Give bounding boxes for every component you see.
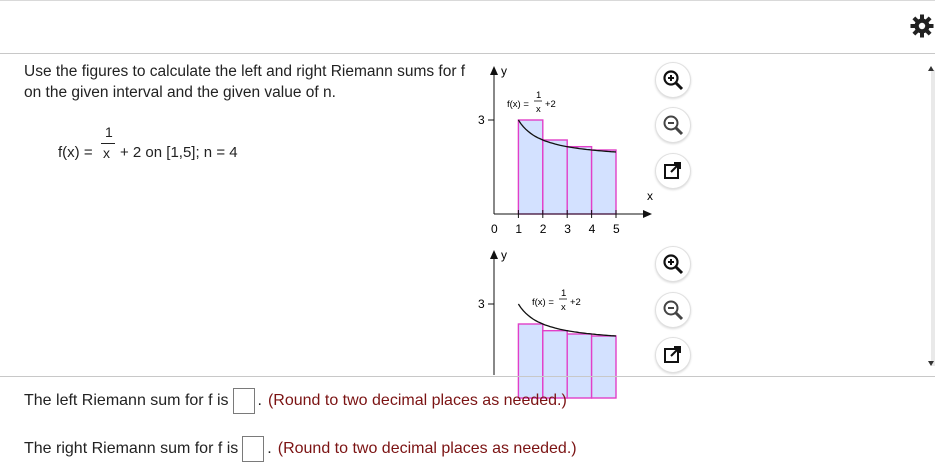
svg-text:f(x) =: f(x) = <box>532 297 554 308</box>
riemann-rect <box>517 119 544 215</box>
svg-text:x: x <box>536 104 541 115</box>
zoom-in-button[interactable] <box>655 62 691 98</box>
zoom-in-icon <box>663 254 684 275</box>
fraction-bar <box>101 143 115 144</box>
x-axis-arrow <box>643 210 652 218</box>
y-axis-label: y <box>501 248 507 262</box>
left-sum-suffix: . <box>257 392 262 409</box>
scroll-up-arrow[interactable] <box>928 66 934 71</box>
x-tick-label: 0 <box>491 222 498 236</box>
x-tick-label: 1 <box>515 222 522 236</box>
zoom-out-icon <box>663 300 684 321</box>
riemann-rect <box>590 335 617 399</box>
zoom-out-button[interactable] <box>655 107 691 143</box>
right-sum-input[interactable] <box>242 436 265 462</box>
formula-lhs: f(x) = <box>58 144 93 161</box>
right-sum-answer-row: The right Riemann sum for f is . (Round … <box>24 436 577 462</box>
left-riemann-graph: y x 3 0 1 2 3 4 5 f(x) = 1 x +2 <box>478 64 653 236</box>
y-tick-label: 3 <box>478 297 485 311</box>
scrollbar[interactable] <box>931 70 935 366</box>
svg-text:x: x <box>561 302 566 313</box>
riemann-rect <box>542 139 568 215</box>
right-sum-suffix: . <box>267 440 272 457</box>
svg-text:1: 1 <box>561 288 566 299</box>
left-sum-input[interactable] <box>232 388 255 414</box>
svg-text:+2: +2 <box>545 99 556 110</box>
x-tick-label: 3 <box>564 222 571 236</box>
riemann-rect <box>566 145 593 215</box>
formula-rhs: + 2 on [1,5]; n = 4 <box>120 144 238 161</box>
open-popup-button[interactable] <box>655 153 691 189</box>
problem-instruction: Use the figures to calculate the left an… <box>24 63 466 101</box>
x-axis-label: x <box>647 189 653 203</box>
header-divider <box>0 53 935 54</box>
header-bar <box>0 1 935 53</box>
external-link-icon <box>664 346 681 363</box>
function-label: f(x) = 1 x +2 <box>507 90 556 115</box>
zoom-in-icon <box>663 70 684 91</box>
riemann-rect <box>566 333 593 399</box>
zoom-out-button[interactable] <box>655 292 691 328</box>
y-tick-label: 3 <box>478 113 485 127</box>
gear-icon[interactable] <box>910 14 934 38</box>
formula-numerator: 1 <box>105 124 113 140</box>
scroll-down-arrow[interactable] <box>928 361 934 366</box>
external-link-icon <box>664 162 681 179</box>
y-axis-arrow <box>490 250 498 259</box>
y-axis-arrow <box>490 66 498 75</box>
svg-text:+2: +2 <box>570 297 581 308</box>
zoom-out-icon <box>663 115 684 136</box>
svg-text:f(x) =: f(x) = <box>507 99 529 110</box>
svg-text:1: 1 <box>536 90 541 101</box>
x-tick-label: 2 <box>540 222 547 236</box>
left-sum-label: The left Riemann sum for f is <box>24 392 229 409</box>
zoom-in-button[interactable] <box>655 246 691 282</box>
left-sum-hint: (Round to two decimal places as needed.) <box>267 392 567 409</box>
riemann-rect <box>590 149 617 215</box>
right-sum-hint: (Round to two decimal places as needed.) <box>277 440 577 457</box>
answer-divider <box>0 376 935 377</box>
riemann-rect <box>517 323 544 399</box>
x-tick-label: 4 <box>589 222 596 236</box>
right-riemann-graph: y 3 f(x) = 1 x +2 <box>478 248 617 399</box>
formula-denominator: x <box>103 145 110 161</box>
left-sum-answer-row: The left Riemann sum for f is . (Round t… <box>24 388 567 414</box>
right-sum-label: The right Riemann sum for f is <box>24 440 239 457</box>
function-label: f(x) = 1 x +2 <box>532 288 581 313</box>
y-axis-label: y <box>501 64 507 78</box>
open-popup-button[interactable] <box>655 337 691 373</box>
x-tick-label: 5 <box>613 222 620 236</box>
